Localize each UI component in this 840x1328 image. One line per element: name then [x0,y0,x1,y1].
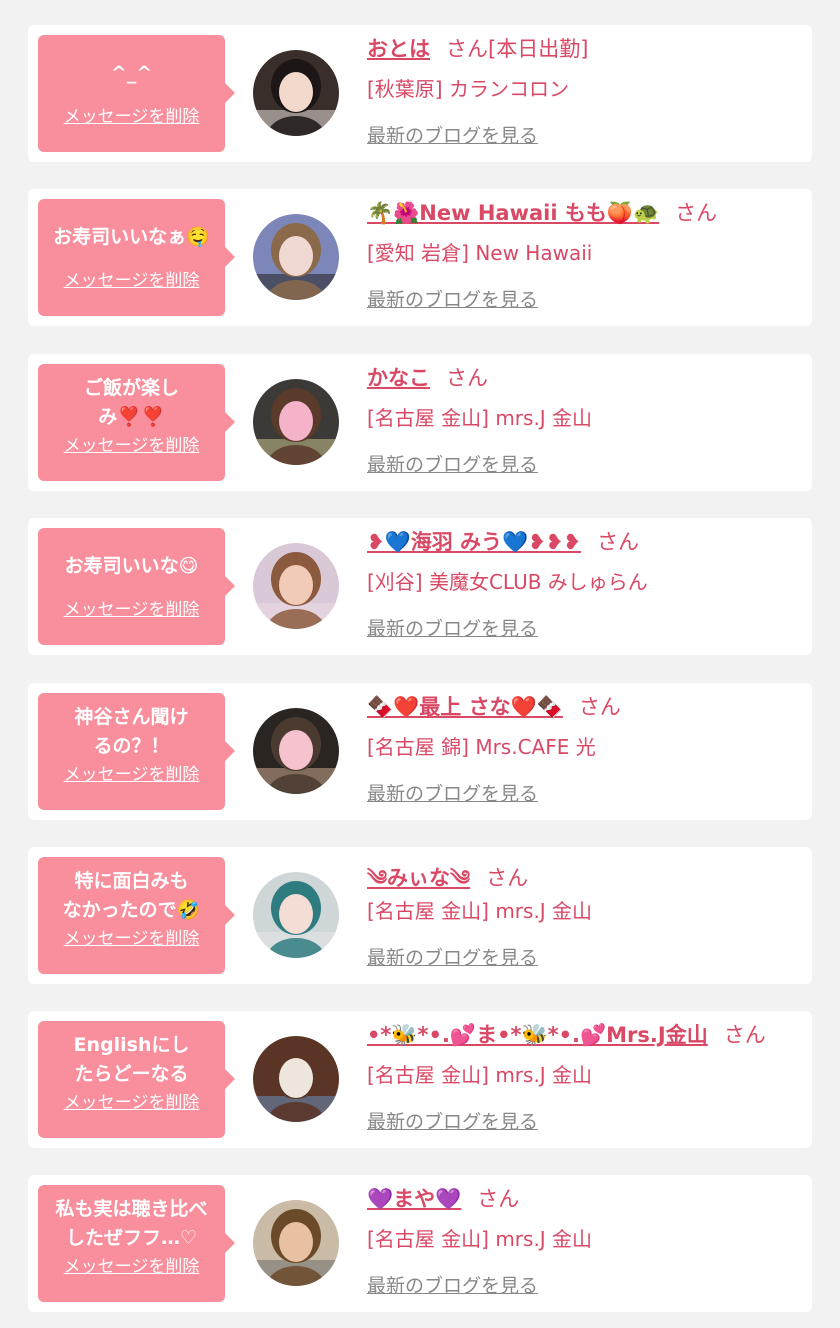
profile-name-link[interactable]: かなこ [367,366,430,390]
message-card: お寿司いいなぁ🤤 メッセージを削除 🌴🌺New Hawaii もも🍑🐢 さん [愛知 岩… [28,189,812,326]
profile-name-link[interactable]: ༄みぃな༄ [367,866,470,890]
avatar[interactable] [253,1036,339,1122]
shop-label: [名古屋 金山] mrs.J 金山 [367,1063,593,1087]
delete-message-link[interactable]: メッセージを削除 [38,1088,225,1113]
latest-blog-link[interactable]: 最新のブログを見る [367,121,538,148]
message-card: 私も実は聴き比べ したぜフフ…♡ メッセージを削除 💜まや💜 さん [名古屋 金山] m… [28,1175,812,1312]
honorific: さん [446,366,488,390]
message-text: 特に面白みも なかったので🤣 [62,870,201,921]
message-card: Englishにし たらどーなるメッセージを削除 •*🐝*•.💕ま•*🐝*•.💕M… [28,1011,812,1148]
honorific: さん [477,1187,520,1211]
name-line: 🌴🌺New Hawaii もも🍑🐢 さん [367,197,717,227]
avatar[interactable] [253,379,339,465]
avatar[interactable] [253,1200,339,1286]
latest-blog-link[interactable]: 最新のブログを見る [367,450,538,477]
delete-message-link[interactable]: メッセージを削除 [38,1252,225,1277]
latest-blog-link[interactable]: 最新のブログを見る [367,943,538,970]
profile-name-link[interactable]: •*🐝*•.💕ま•*🐝*•.💕Mrs.J金山 [367,1023,708,1047]
avatar[interactable] [253,872,339,958]
message-bubble: お寿司いいなぁ🤤 メッセージを削除 [38,199,235,316]
name-line: 💜まや💜 さん [367,1183,519,1213]
delete-message-link[interactable]: メッセージを削除 [38,595,225,620]
message-bubble: ご飯が楽し み❣️❣️ メッセージを削除 [38,364,235,481]
message-bubble: ^_^ メッセージを削除 [38,35,235,152]
shop-label: [名古屋 金山] mrs.J 金山 [367,1227,593,1251]
latest-blog-link[interactable]: 最新のブログを見る [367,285,538,312]
avatar[interactable] [253,543,339,629]
message-text: ご飯が楽し み❣️❣️ [83,377,179,428]
name-line: 🍫❤️最上 さな❤️🍫 さん [367,691,621,721]
profile-name-link[interactable]: おとは [367,37,430,61]
name-line: おとは さん[本日出勤] [367,33,588,63]
avatar[interactable] [253,214,339,300]
profile-name-link[interactable]: 💜まや💜 [367,1187,461,1211]
name-line: •*🐝*•.💕ま•*🐝*•.💕Mrs.J金山 さん [367,1019,766,1049]
shop-label: [秋葉原] カランコロン [367,77,569,101]
delete-message-link[interactable]: メッセージを削除 [38,760,225,785]
message-text: お寿司いいなぁ🤤 [53,226,210,248]
message-text: ^_^ [110,62,153,84]
shop-label: [名古屋 金山] mrs.J 金山 [367,406,593,430]
latest-blog-link[interactable]: 最新のブログを見る [367,1107,538,1134]
message-card: お寿司いいな😋 メッセージを削除 ❥💙海羽 みう💙❥❥❥ さん [刈谷] 美魔女CLUB… [28,518,812,655]
delete-message-link[interactable]: メッセージを削除 [38,431,225,456]
latest-blog-link[interactable]: 最新のブログを見る [367,779,538,806]
honorific: さん [486,866,529,890]
shop-label: [名古屋 錦] Mrs.CAFE 光 [367,735,596,759]
message-bubble: お寿司いいな😋 メッセージを削除 [38,528,235,645]
avatar[interactable] [253,50,339,136]
profile-name-link[interactable]: ❥💙海羽 みう💙❥❥❥ [367,530,581,554]
latest-blog-link[interactable]: 最新のブログを見る [367,614,538,641]
honorific: さん [578,695,621,719]
honorific: さん [597,530,639,554]
shop-label: [愛知 岩倉] New Hawaii [367,241,593,265]
message-card: 神谷さん聞け るの？！ メッセージを削除 🍫❤️最上 さな❤️🍫 さん [名古屋 錦] … [28,683,812,820]
message-text: Englishにし たらどーなる [73,1034,190,1085]
shop-label: [名古屋 金山] mrs.J 金山 [367,899,593,923]
message-bubble: 特に面白みも なかったので🤣 メッセージを削除 [38,857,235,974]
honorific: さん[本日出勤] [446,37,589,61]
name-line: ❥💙海羽 みう💙❥❥❥ さん [367,526,639,556]
message-text: 私も実は聴き比べ したぜフフ…♡ [55,1198,208,1249]
message-card: ^_^ メッセージを削除 おとは さん[本日出勤] [秋葉原] カランコロン 最新のブログ… [28,25,812,162]
message-card: 特に面白みも なかったので🤣 メッセージを削除 ༄みぃな༄ さん [名古屋 金山] mr… [28,847,812,984]
message-bubble: Englishにし たらどーなるメッセージを削除 [38,1021,235,1138]
shop-label: [刈谷] 美魔女CLUB みしゅらん [367,570,648,594]
message-text: お寿司いいな😋 [64,555,199,577]
message-bubble: 神谷さん聞け るの？！ メッセージを削除 [38,693,235,810]
delete-message-link[interactable]: メッセージを削除 [38,102,225,127]
message-card: ご飯が楽し み❣️❣️ メッセージを削除 かなこ さん [名古屋 金山] mrs.J 金… [28,354,812,491]
name-line: かなこ さん [367,362,488,392]
latest-blog-link[interactable]: 最新のブログを見る [367,1271,538,1298]
profile-name-link[interactable]: 🍫❤️最上 さな❤️🍫 [367,695,563,719]
honorific: さん [675,201,718,225]
avatar[interactable] [253,708,339,794]
message-text: 神谷さん聞け るの？！ [74,706,189,757]
profile-name-link[interactable]: 🌴🌺New Hawaii もも🍑🐢 [367,201,659,225]
delete-message-link[interactable]: メッセージを削除 [38,266,225,291]
delete-message-link[interactable]: メッセージを削除 [38,924,225,949]
message-bubble: 私も実は聴き比べ したぜフフ…♡ メッセージを削除 [38,1185,235,1302]
message-list: ^_^ メッセージを削除 おとは さん[本日出勤] [秋葉原] カランコロン 最新のブログ… [0,0,840,1328]
honorific: さん [723,1023,766,1047]
